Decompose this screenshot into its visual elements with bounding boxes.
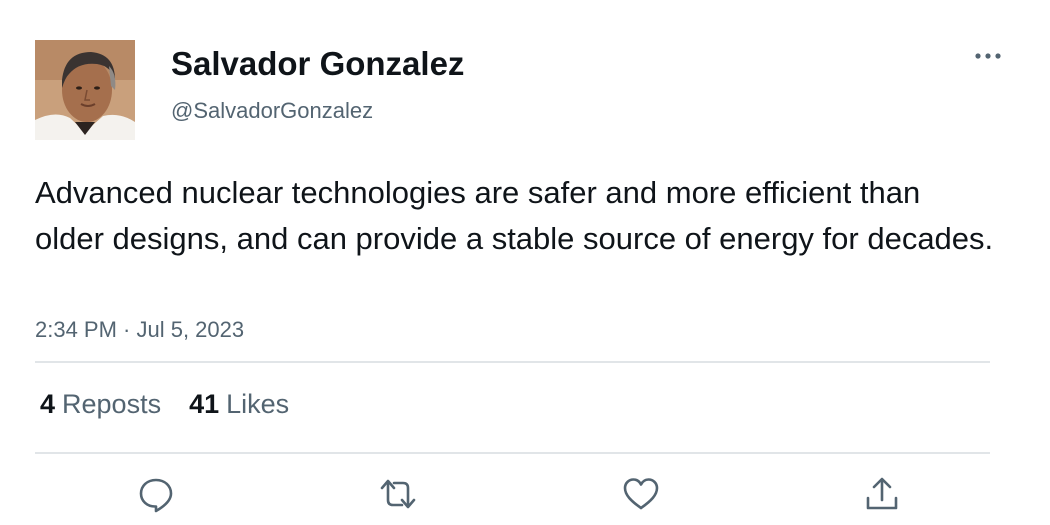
reply-button[interactable] [136, 474, 176, 514]
reposts-label: Reposts [62, 389, 162, 419]
likes-count: 41 [189, 389, 220, 419]
likes-label: Likes [226, 389, 290, 419]
avatar[interactable] [35, 40, 135, 140]
share-icon [866, 477, 898, 510]
more-options-icon[interactable] [970, 44, 1006, 68]
engagement-stats: 4 Reposts 41 Likes [40, 386, 289, 422]
divider [35, 452, 990, 454]
reposts-count: 4 [40, 389, 56, 419]
divider [35, 361, 990, 363]
repost-icon [380, 479, 416, 509]
likes-stat[interactable]: 41 Likes [189, 386, 289, 422]
avatar-photo [35, 40, 135, 140]
share-button[interactable] [862, 474, 902, 514]
like-icon [623, 478, 659, 510]
author-display-name[interactable]: Salvador Gonzalez [171, 44, 464, 84]
reposts-stat[interactable]: 4 Reposts [40, 386, 161, 422]
like-button[interactable] [621, 474, 661, 514]
tweet-timestamp[interactable]: 2:34 PM · Jul 5, 2023 [35, 314, 244, 346]
author-handle[interactable]: @SalvadorGonzalez [171, 96, 373, 126]
tweet-text: Advanced nuclear technologies are safer … [35, 175, 994, 256]
repost-button[interactable] [378, 474, 418, 514]
reply-icon [139, 478, 173, 513]
